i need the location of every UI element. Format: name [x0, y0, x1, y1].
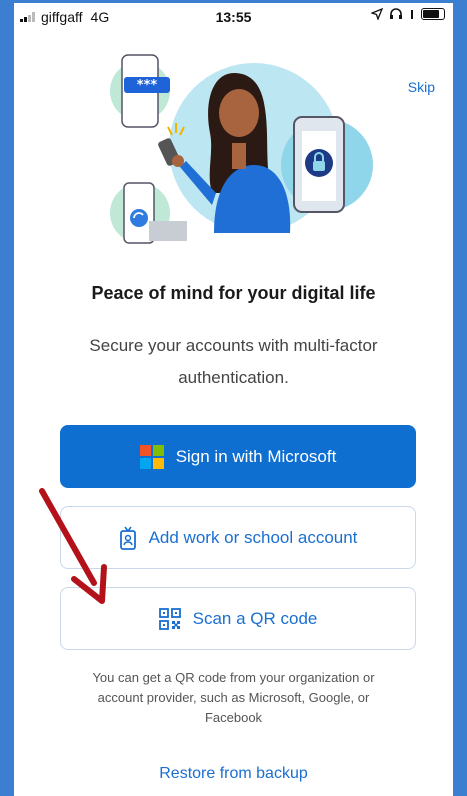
status-bar: giffgaff 4G 13:55 — [14, 3, 453, 31]
hero-illustration: *** — [110, 54, 373, 244]
microsoft-logo-icon — [139, 444, 164, 469]
qr-help-text: You can get a QR code from your organiza… — [92, 670, 375, 725]
password-mask: *** — [137, 78, 158, 93]
annotation-arrow-icon — [39, 488, 107, 604]
scan-qr-code-label: Scan a QR code — [192, 608, 318, 628]
qr-code-icon — [158, 607, 181, 630]
location-icon — [371, 8, 383, 20]
sign-in-microsoft-button[interactable]: Sign in with Microsoft — [60, 425, 416, 488]
add-work-school-account-label: Add work or school account — [148, 527, 358, 547]
battery-icon — [421, 8, 445, 20]
sign-in-microsoft-label: Sign in with Microsoft — [175, 446, 337, 466]
restore-from-backup-link[interactable]: Restore from backup — [14, 765, 453, 783]
id-badge-icon — [119, 526, 136, 550]
skip-link[interactable]: Skip — [408, 79, 435, 95]
headphones-icon — [390, 8, 402, 19]
page-subtitle: Secure your accounts with multi-factor a… — [89, 336, 378, 387]
app-screen: giffgaff 4G 13:55 *** Skip Peace of mind… — [14, 3, 453, 796]
status-icons — [371, 8, 445, 20]
page-title: Peace of mind for your digital life — [91, 283, 376, 303]
bluetooth-icon — [411, 10, 413, 19]
